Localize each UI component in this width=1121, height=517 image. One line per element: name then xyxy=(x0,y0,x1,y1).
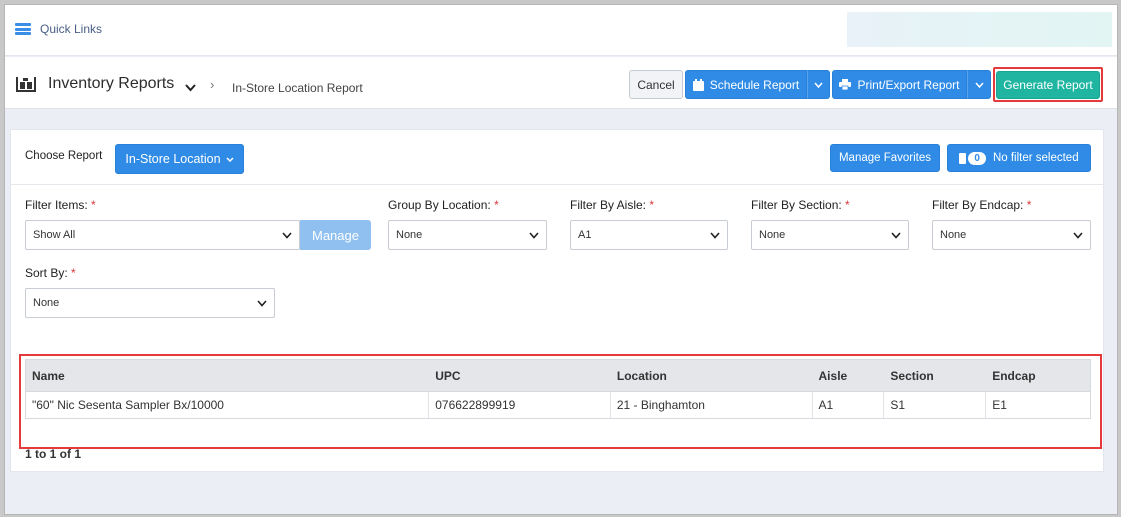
filter-by-aisle-select[interactable]: A1 xyxy=(570,220,728,250)
filter-by-aisle-label: Filter By Aisle: * xyxy=(570,198,655,212)
chevron-down-icon xyxy=(1073,232,1083,239)
chevron-down-icon[interactable] xyxy=(185,84,196,92)
report-panel: Choose Report In-Store Location Manage F… xyxy=(10,129,1104,472)
table-row[interactable]: "60" Nic Sesenta Sampler Bx/10000 076622… xyxy=(25,392,1091,419)
cell-aisle: A1 xyxy=(813,392,885,418)
print-export-button[interactable]: Print/Export Report xyxy=(832,70,967,99)
quick-links-label: Quick Links xyxy=(40,22,103,36)
print-export-dropdown[interactable] xyxy=(967,70,991,99)
calendar-icon xyxy=(692,78,704,91)
filter-count: 0 xyxy=(968,151,986,165)
results-table: Name UPC Location Aisle Section Endcap "… xyxy=(25,359,1091,419)
table-header: Name UPC Location Aisle Section Endcap xyxy=(25,359,1091,392)
cell-upc: 076622899919 xyxy=(429,392,611,418)
user-area xyxy=(847,12,1112,47)
choose-report-label: Choose Report xyxy=(25,150,103,162)
filter-items-select[interactable]: Show All xyxy=(25,220,300,250)
cell-location: 21 - Binghamton xyxy=(611,392,813,418)
print-export-label: Print/Export Report xyxy=(857,77,960,92)
cancel-button[interactable]: Cancel xyxy=(629,70,683,99)
chevron-down-icon xyxy=(891,232,901,239)
filter-by-endcap-select[interactable]: None xyxy=(932,220,1091,250)
filter-by-section-select[interactable]: None xyxy=(751,220,909,250)
quick-links[interactable]: Quick Links xyxy=(15,22,102,36)
cell-section: S1 xyxy=(884,392,987,418)
column-header-section[interactable]: Section xyxy=(884,360,986,391)
menu-icon xyxy=(15,23,31,35)
filter-by-section-label: Filter By Section: * xyxy=(751,198,850,212)
chevron-down-icon xyxy=(257,300,267,307)
cell-endcap: E1 xyxy=(992,398,1007,412)
column-header-aisle[interactable]: Aisle xyxy=(813,360,885,391)
manage-favorites-button[interactable]: Manage Favorites xyxy=(830,144,940,172)
filter-status-label: No filter selected xyxy=(992,152,1079,164)
sort-by-select[interactable]: None xyxy=(25,288,275,318)
app-window: Quick Links Inventory Reports › In-Store… xyxy=(4,4,1118,515)
filter-by-endcap-label: Filter By Endcap: * xyxy=(932,198,1032,212)
column-header-endcap[interactable]: Endcap xyxy=(986,360,1090,391)
divider xyxy=(11,184,1103,185)
column-header-name[interactable]: Name xyxy=(26,360,429,391)
report-select-button[interactable]: In-Store Location xyxy=(115,144,244,174)
manage-filter-button[interactable]: Manage xyxy=(300,220,371,250)
cell-name: "60" Nic Sesenta Sampler Bx/10000 xyxy=(26,392,430,418)
filter-items-label: Filter Items: * xyxy=(25,198,96,212)
pagination-summary: 1 to 1 of 1 xyxy=(25,447,82,461)
inventory-icon xyxy=(16,77,36,92)
printer-icon xyxy=(839,79,852,90)
breadcrumb-separator-icon: › xyxy=(210,77,215,92)
chevron-down-icon xyxy=(710,232,720,239)
chevron-down-icon xyxy=(814,82,823,88)
report-select-label: In-Store Location xyxy=(125,152,221,166)
filter-status-button[interactable]: 0 No filter selected xyxy=(947,144,1091,172)
column-header-upc[interactable]: UPC xyxy=(429,360,611,391)
schedule-report-label: Schedule Report xyxy=(709,77,800,92)
chevron-down-icon xyxy=(974,82,984,88)
chevron-down-icon xyxy=(282,232,292,239)
breadcrumb-current: In-Store Location Report xyxy=(232,81,363,95)
bookmark-icon xyxy=(959,152,967,164)
generate-report-button[interactable]: Generate Report xyxy=(996,71,1100,99)
group-by-location-select[interactable]: None xyxy=(388,220,547,250)
column-header-location[interactable]: Location xyxy=(611,360,813,391)
chevron-down-icon xyxy=(226,156,234,162)
top-bar: Quick Links xyxy=(5,5,1117,56)
group-by-location-label: Group By Location: * xyxy=(388,198,499,212)
schedule-report-dropdown[interactable] xyxy=(807,70,830,99)
page-title[interactable]: Inventory Reports xyxy=(48,75,174,93)
sort-by-label: Sort By: * xyxy=(25,266,76,280)
filter-count-badge: 0 xyxy=(959,151,986,165)
chevron-down-icon xyxy=(529,232,539,239)
schedule-report-button[interactable]: Schedule Report xyxy=(685,70,807,99)
